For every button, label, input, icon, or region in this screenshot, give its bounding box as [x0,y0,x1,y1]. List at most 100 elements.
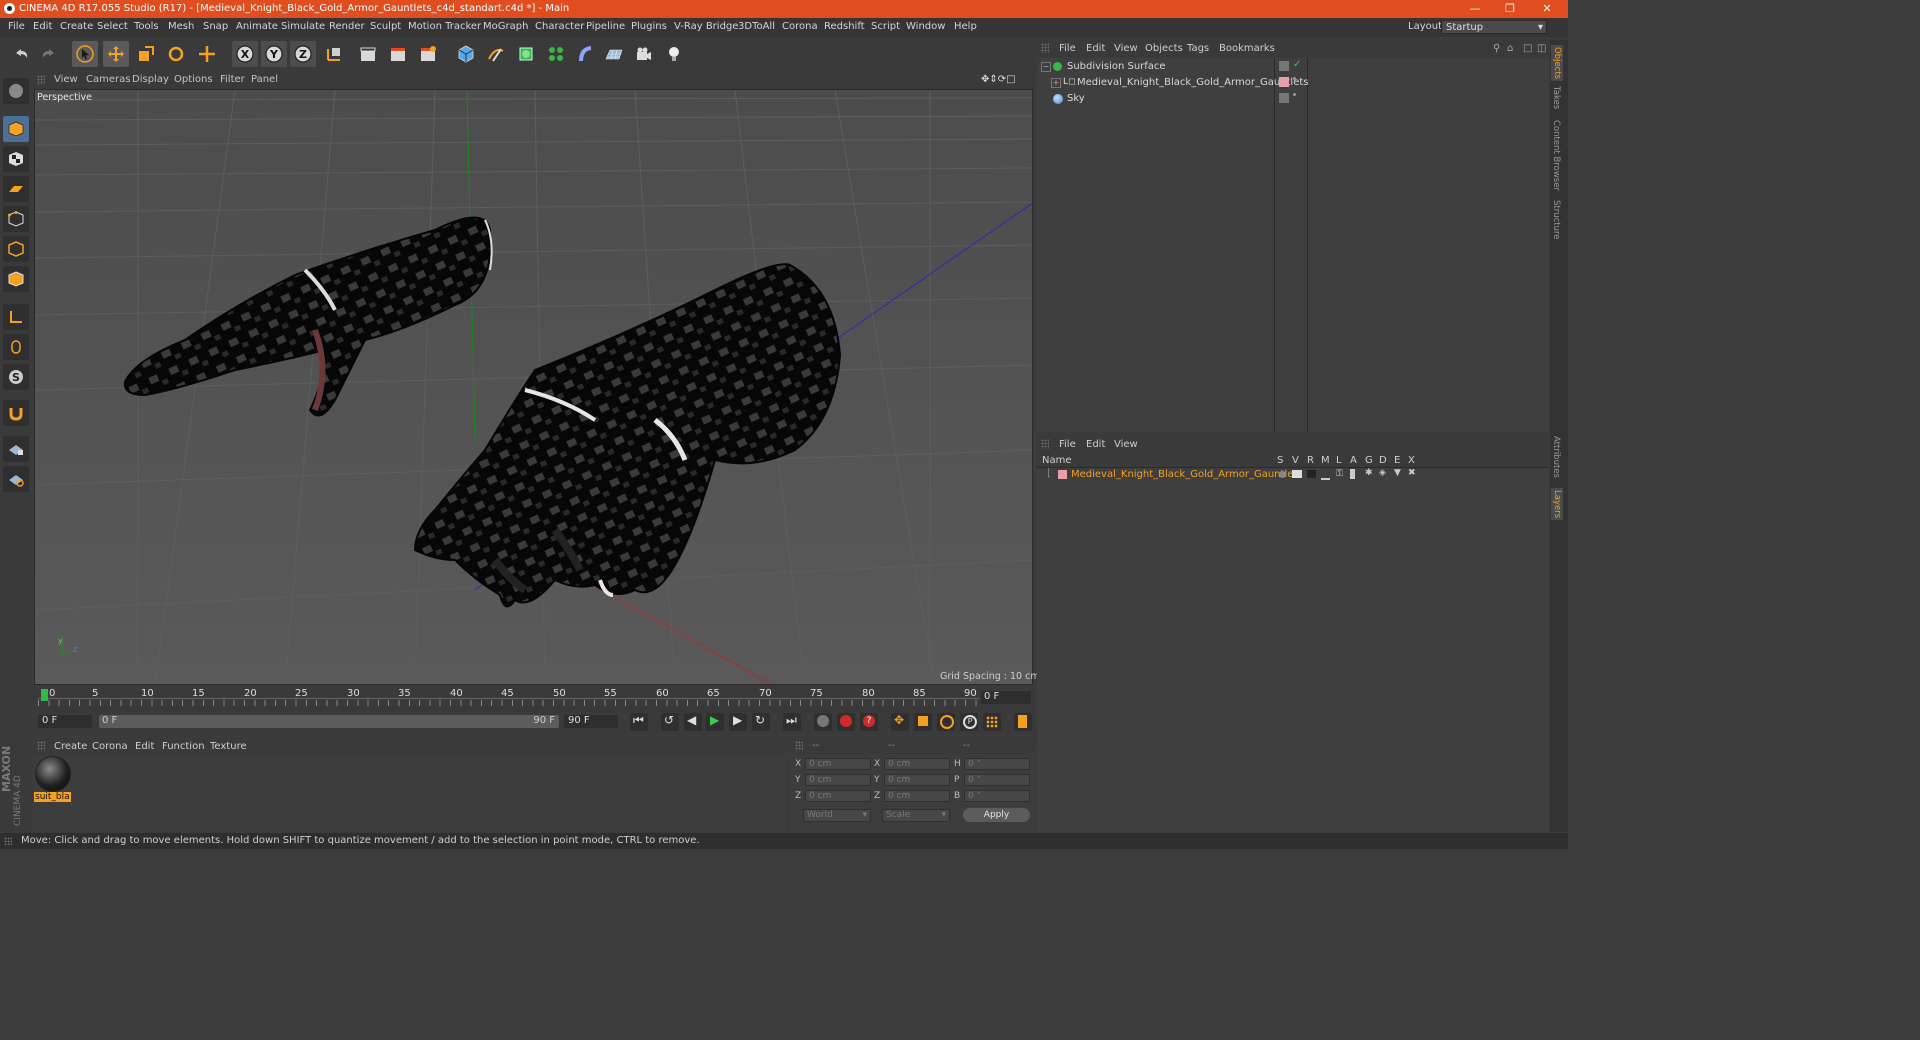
previous-key-button[interactable]: ↺ [661,713,679,731]
play-button[interactable]: ▶ [706,713,724,731]
lock-icon[interactable]: ⚿ [1336,469,1343,479]
object-name[interactable]: Sky [1067,93,1085,104]
collapse-icon[interactable]: − [1041,62,1051,72]
floor-button[interactable] [601,41,627,67]
object-name[interactable]: Medieval_Knight_Black_Gold_Armor_Gauntle… [1077,77,1309,88]
snap-button[interactable]: S [3,364,29,390]
rotate-tool-button[interactable] [163,41,189,67]
timeline-ruler[interactable]: 0 5 10 15 20 25 30 35 40 45 50 55 60 65 … [33,688,1034,710]
tab-content-browser[interactable]: Content Browser [1551,120,1561,191]
x-axis-lock-button[interactable]: X [232,41,258,67]
previous-frame-button[interactable]: ◀ [684,713,702,731]
eye-icon[interactable] [1292,470,1302,478]
light-button[interactable] [661,41,687,67]
menu-script[interactable]: Script [871,21,900,32]
points-mode-button[interactable] [3,206,29,232]
make-editable-button[interactable] [3,78,29,104]
menu-vray-bridge[interactable]: V-Ray Bridge [674,21,738,32]
objects-menu-tags[interactable]: Tags [1187,43,1209,54]
render-settings-button[interactable] [415,41,441,67]
menu-plugins[interactable]: Plugins [631,21,667,32]
objects-menu-bookmarks[interactable]: Bookmarks [1219,43,1275,54]
tile-icon[interactable]: □ [1523,43,1532,54]
menu-help[interactable]: Help [954,21,977,32]
new-window-icon[interactable]: ◫ [1537,43,1546,54]
material-name-label[interactable]: suit_bla [34,792,71,802]
tab-layers[interactable]: Layers [1551,488,1563,521]
menu-corona[interactable]: Corona [782,21,818,32]
tab-objects[interactable]: Objects [1551,45,1563,82]
autokey-button[interactable] [837,713,855,731]
expression-icon[interactable]: ▼ [1394,468,1401,478]
object-row[interactable]: − Subdivision Surface ✓ [1037,59,1549,76]
viewport-menu-filter[interactable]: Filter [220,74,245,85]
object-name[interactable]: Subdivision Surface [1067,61,1166,72]
magnet-button[interactable] [3,400,29,426]
undo-button[interactable] [8,41,34,67]
layer-color-icon[interactable] [1279,77,1289,87]
next-key-button[interactable]: ↻ [752,713,770,731]
viewport-menu-cameras[interactable]: Cameras [86,74,130,85]
camera-button[interactable] [631,41,657,67]
render-clapper-icon[interactable] [1307,470,1316,478]
position-x-field[interactable]: 0 cm [805,758,871,770]
model-mode-button[interactable] [3,116,29,142]
layers-menu-edit[interactable]: Edit [1086,439,1105,450]
menu-edit[interactable]: Edit [33,21,52,32]
layer-tag-icon[interactable] [1279,61,1289,71]
layers-menu-file[interactable]: File [1059,439,1076,450]
menu-create[interactable]: Create [60,21,93,32]
tweak-mode-button[interactable] [3,334,29,360]
layout-select[interactable]: Startup ▾ [1441,20,1547,34]
objects-menu-view[interactable]: View [1114,43,1138,54]
tab-structure[interactable]: Structure [1551,200,1561,240]
workplane-mode-button[interactable] [3,176,29,202]
layer-name[interactable]: Medieval_Knight_Black_Gold_Armor_Gauntle… [1071,469,1303,480]
enabled-check-icon[interactable]: ✓ [1293,59,1301,70]
menu-tools[interactable]: Tools [134,21,159,32]
material-menu-function[interactable]: Function [162,741,205,752]
menu-redshift[interactable]: Redshift [824,21,865,32]
visibility-dot-icon[interactable] [1293,93,1296,96]
viewport-menu-view[interactable]: View [54,74,78,85]
object-row[interactable]: + L◻ Medieval_Knight_Black_Gold_Armor_Ga… [1037,76,1549,92]
record-active-button[interactable] [814,713,832,731]
menu-character[interactable]: Character [535,21,584,32]
scale-tool-button[interactable] [133,41,159,67]
frame-range-slider[interactable]: 0 F 90 F [99,715,559,728]
deformer-button[interactable] [573,41,599,67]
coordinate-mode-select[interactable]: World ▾ [803,809,871,822]
render-view-button[interactable] [355,41,381,67]
rotation-p-field[interactable]: 0 ° [964,774,1030,786]
viewport-menu-options[interactable]: Options [174,74,213,85]
tab-takes[interactable]: Takes [1551,86,1561,109]
transform-tool-button[interactable] [194,41,220,67]
menu-motion-tracker[interactable]: Motion Tracker [408,21,481,32]
viewport-menu-display[interactable]: Display [132,74,169,85]
menu-sculpt[interactable]: Sculpt [370,21,401,32]
close-button[interactable]: ✕ [1530,0,1564,18]
search-icon[interactable]: ⚲ [1493,43,1500,54]
texture-mode-button[interactable] [3,146,29,172]
object-row[interactable]: Sky [1037,92,1549,108]
render-picture-viewer-button[interactable] [385,41,411,67]
menu-pipeline[interactable]: Pipeline [586,21,625,32]
record-parameter-button[interactable]: P [960,713,978,731]
menu-snap[interactable]: Snap [203,21,228,32]
menu-3dtoall[interactable]: 3DToAll [738,21,775,32]
home-icon[interactable]: ⌂ [1507,43,1513,54]
select-tool-button[interactable] [72,41,98,67]
perspective-viewport[interactable]: y z [34,89,1033,685]
record-rotation-button[interactable] [937,713,955,731]
generator-icon[interactable]: ✱ [1365,468,1373,478]
material-thumbnail[interactable] [35,756,71,792]
menu-window[interactable]: Window [906,21,945,32]
menu-mesh[interactable]: Mesh [168,21,194,32]
tab-attributes[interactable]: Attributes [1551,436,1561,478]
objects-menu-file[interactable]: File [1059,43,1076,54]
visibility-dot-icon[interactable] [1293,77,1296,80]
go-to-start-button[interactable]: ⏮ [630,713,648,731]
menu-animate[interactable]: Animate [236,21,278,32]
size-y-field[interactable]: 0 cm [884,774,950,786]
coordinate-system-button[interactable] [321,41,347,67]
